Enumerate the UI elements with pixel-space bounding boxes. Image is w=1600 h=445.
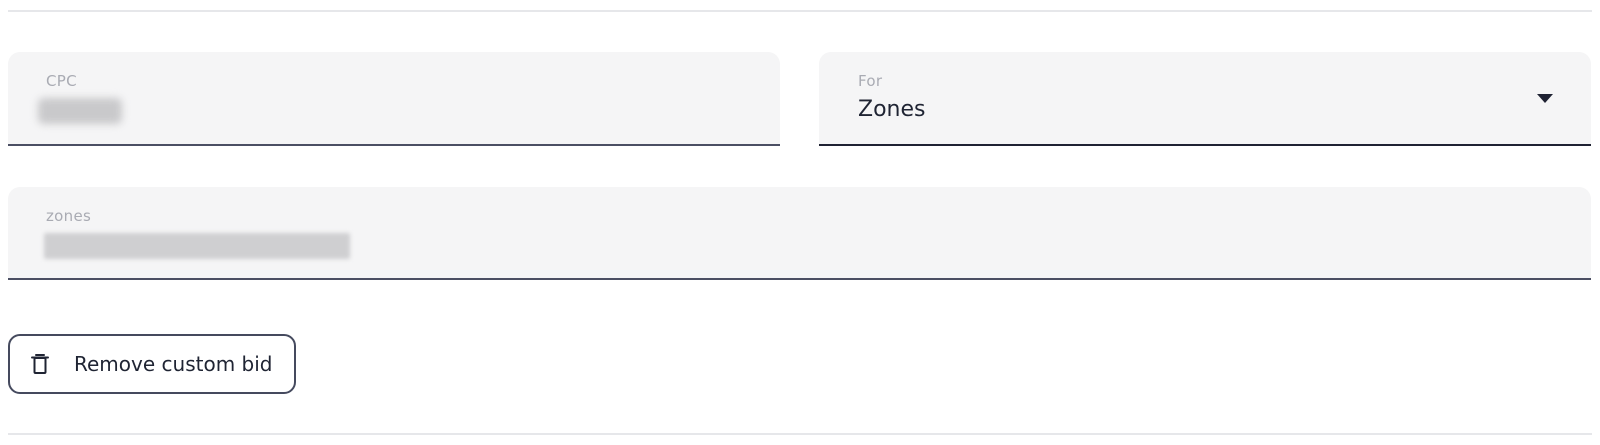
cpc-field-underline — [8, 144, 780, 146]
zones-redacted-value — [44, 233, 350, 259]
for-select[interactable]: For Zones — [819, 52, 1591, 146]
for-select-value: Zones — [858, 97, 926, 122]
cpc-field-label: CPC — [46, 72, 77, 90]
custom-bid-panel: CPC For Zones zones Remove custom bid — [0, 0, 1600, 445]
trash-icon — [28, 352, 52, 376]
zones-field-underline — [8, 278, 1591, 280]
for-select-underline — [819, 144, 1591, 146]
for-select-label: For — [858, 72, 883, 90]
bottom-divider — [8, 433, 1592, 435]
remove-custom-bid-button[interactable]: Remove custom bid — [8, 334, 296, 394]
cpc-redacted-value — [38, 98, 122, 124]
zones-field[interactable]: zones — [8, 187, 1591, 280]
caret-down-icon[interactable] — [1537, 94, 1553, 103]
top-divider — [8, 10, 1592, 12]
zones-field-label: zones — [46, 207, 92, 225]
remove-custom-bid-label: Remove custom bid — [74, 352, 273, 376]
cpc-field[interactable]: CPC — [8, 52, 780, 146]
